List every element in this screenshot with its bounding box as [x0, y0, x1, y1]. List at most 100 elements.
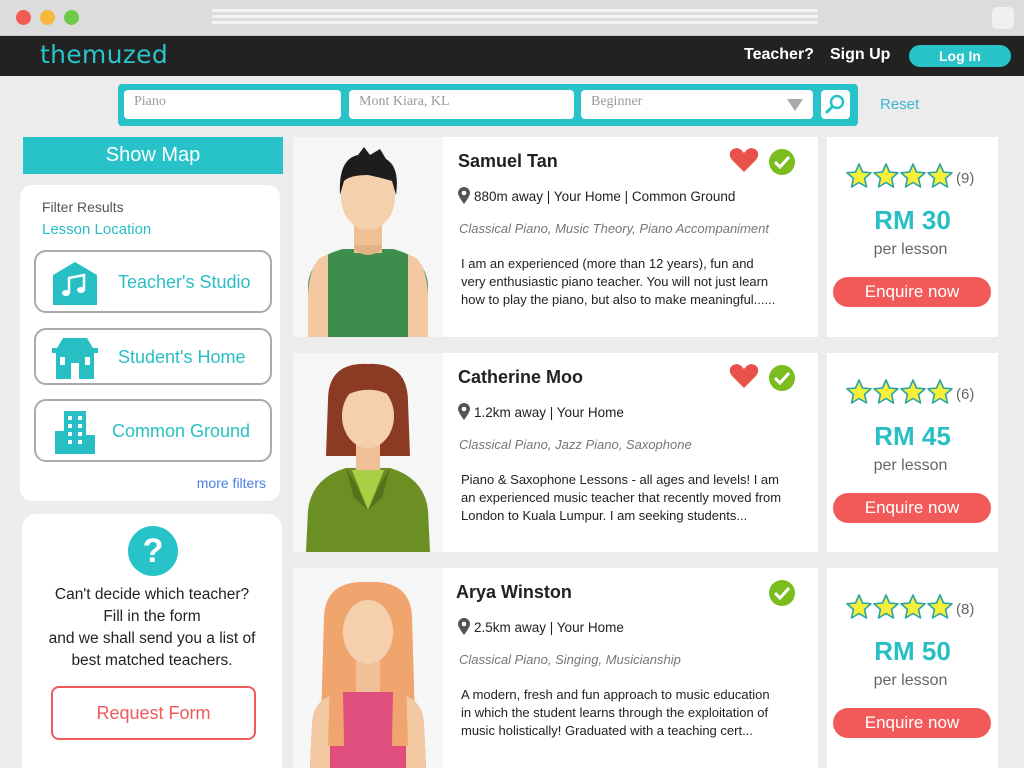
help-line: and we shall send you a list of — [48, 630, 256, 647]
chevron-down-icon — [787, 99, 803, 111]
filter-students-home[interactable]: Student's Home — [34, 328, 272, 385]
star-icon — [900, 594, 926, 619]
request-form-button[interactable]: Request Form — [51, 686, 256, 740]
filter-panel: Filter Results Lesson Location Teacher's… — [20, 185, 280, 501]
magnifier-icon — [825, 94, 845, 114]
filter-title: Filter Results — [42, 199, 124, 215]
minimize-window-icon[interactable] — [40, 10, 55, 25]
top-nav-bar: themuzed Teacher? Sign Up Log In — [0, 36, 1024, 76]
filter-teachers-studio[interactable]: Teacher's Studio — [34, 250, 272, 313]
teacher-subjects: Classical Piano, Singing, Musicianship — [459, 652, 681, 667]
teacher-name[interactable]: Arya Winston — [456, 582, 572, 603]
price-unit: per lesson — [873, 672, 948, 689]
star-icon — [873, 594, 899, 619]
log-in-button[interactable]: Log In — [909, 45, 1011, 67]
star-icon — [927, 163, 953, 188]
location-text: 2.5km away | Your Home — [474, 620, 624, 635]
description-line: very enthusiastic piano teacher. You wil… — [461, 274, 769, 289]
help-line: best matched teachers. — [71, 652, 233, 669]
price-unit: per lesson — [873, 457, 948, 474]
verified-check-icon — [769, 365, 795, 391]
enquire-button[interactable]: Enquire now — [833, 277, 991, 307]
teacher-name[interactable]: Catherine Moo — [458, 367, 583, 388]
teacher-card[interactable]: Catherine Moo 1.2km away | Your Home Cla… — [293, 353, 818, 552]
help-line: Can't decide which teacher? — [54, 586, 250, 603]
subject-input[interactable]: Piano — [124, 90, 341, 119]
rating: (6) — [846, 379, 974, 404]
more-filters-link[interactable]: more filters — [197, 475, 266, 491]
lesson-price: RM 50 — [874, 636, 951, 666]
filter-subtitle: Lesson Location — [42, 221, 152, 238]
description-line: I am an experienced (more than 12 years)… — [461, 256, 754, 271]
star-icon — [927, 594, 953, 619]
teacher-location: 2.5km away | Your Home — [458, 618, 624, 635]
verified-check-icon — [769, 149, 795, 175]
teacher-name[interactable]: Samuel Tan — [458, 151, 558, 172]
teacher-description: A modern, fresh and fun approach to musi… — [461, 686, 806, 740]
description-line: how to play the piano, but also to make … — [461, 292, 776, 307]
teacher-card[interactable]: Arya Winston 2.5km away | Your Home Clas… — [293, 568, 818, 768]
teacher-location: 1.2km away | Your Home — [458, 403, 624, 420]
teacher-link[interactable]: Teacher? — [744, 46, 814, 64]
filter-label: Student's Home — [118, 347, 246, 367]
description-line: A modern, fresh and fun approach to musi… — [461, 687, 770, 702]
star-icon — [846, 379, 872, 404]
star-icon — [846, 594, 872, 619]
lesson-price: RM 45 — [874, 421, 951, 451]
price-card: (6) RM 45 per lesson Enquire now — [827, 353, 998, 552]
star-icon — [846, 163, 872, 188]
map-pin-icon — [458, 187, 470, 204]
price-card: (8) RM 50 per lesson Enquire now — [827, 568, 998, 768]
enquire-button[interactable]: Enquire now — [833, 708, 991, 738]
rating: (8) — [846, 594, 974, 619]
filter-label: Teacher's Studio — [118, 272, 251, 292]
description-line: London to Kuala Lumpur. I am seeking stu… — [461, 508, 748, 523]
enquire-button[interactable]: Enquire now — [833, 493, 991, 523]
location-text: 1.2km away | Your Home — [474, 405, 624, 420]
location-input[interactable]: Mont Kiara, KL — [349, 90, 574, 119]
level-select-value: Beginner — [591, 94, 643, 109]
level-select[interactable]: Beginner — [581, 90, 813, 119]
teacher-subjects: Classical Piano, Jazz Piano, Saxophone — [459, 437, 692, 452]
teacher-card[interactable]: Samuel Tan 880m away | Your Home | Commo… — [293, 137, 818, 337]
description-line: Piano & Saxophone Lessons - all ages and… — [461, 472, 779, 487]
sign-up-link[interactable]: Sign Up — [830, 46, 890, 64]
star-icon — [900, 379, 926, 404]
filter-label: Common Ground — [112, 421, 251, 441]
teacher-location: 880m away | Your Home | Common Ground — [458, 187, 735, 204]
star-icon — [927, 379, 953, 404]
map-pin-icon — [458, 403, 470, 420]
address-bar[interactable] — [212, 9, 818, 27]
teacher-description: I am an experienced (more than 12 years)… — [461, 255, 806, 309]
review-count: (9) — [956, 170, 975, 187]
review-count: (6) — [956, 386, 975, 403]
filter-common-ground[interactable]: Common Ground — [34, 399, 272, 462]
window-menu-button[interactable] — [992, 7, 1014, 29]
question-icon: ? — [128, 526, 178, 576]
reset-link[interactable]: Reset — [880, 96, 919, 113]
price-card: (9) RM 30 per lesson Enquire now — [827, 137, 998, 337]
heart-icon[interactable] — [729, 147, 759, 173]
teacher-avatar — [293, 137, 443, 337]
location-text: 880m away | Your Home | Common Ground — [474, 189, 736, 204]
show-map-button[interactable]: Show Map — [23, 137, 283, 174]
search-button[interactable] — [821, 90, 850, 119]
heart-icon[interactable] — [729, 363, 759, 389]
rating: (9) — [846, 163, 974, 188]
maximize-window-icon[interactable] — [64, 10, 79, 25]
teacher-avatar — [293, 353, 443, 552]
teacher-subjects: Classical Piano, Music Theory, Piano Acc… — [459, 221, 769, 236]
house-icon — [52, 338, 98, 379]
search-bar: Piano Mont Kiara, KL Beginner — [118, 84, 858, 126]
lesson-price: RM 30 — [874, 205, 951, 235]
map-pin-icon — [458, 618, 470, 635]
price-unit: per lesson — [873, 241, 948, 258]
help-text: Can't decide which teacher? Fill in the … — [22, 584, 282, 672]
teacher-avatar — [293, 568, 443, 768]
office-building-icon — [55, 411, 95, 454]
site-logo[interactable]: themuzed — [40, 40, 168, 69]
description-line: music holistically! Graduated with a tea… — [461, 723, 753, 738]
description-line: in which the student learns through the … — [461, 705, 769, 720]
music-building-icon — [53, 262, 97, 305]
close-window-icon[interactable] — [16, 10, 31, 25]
